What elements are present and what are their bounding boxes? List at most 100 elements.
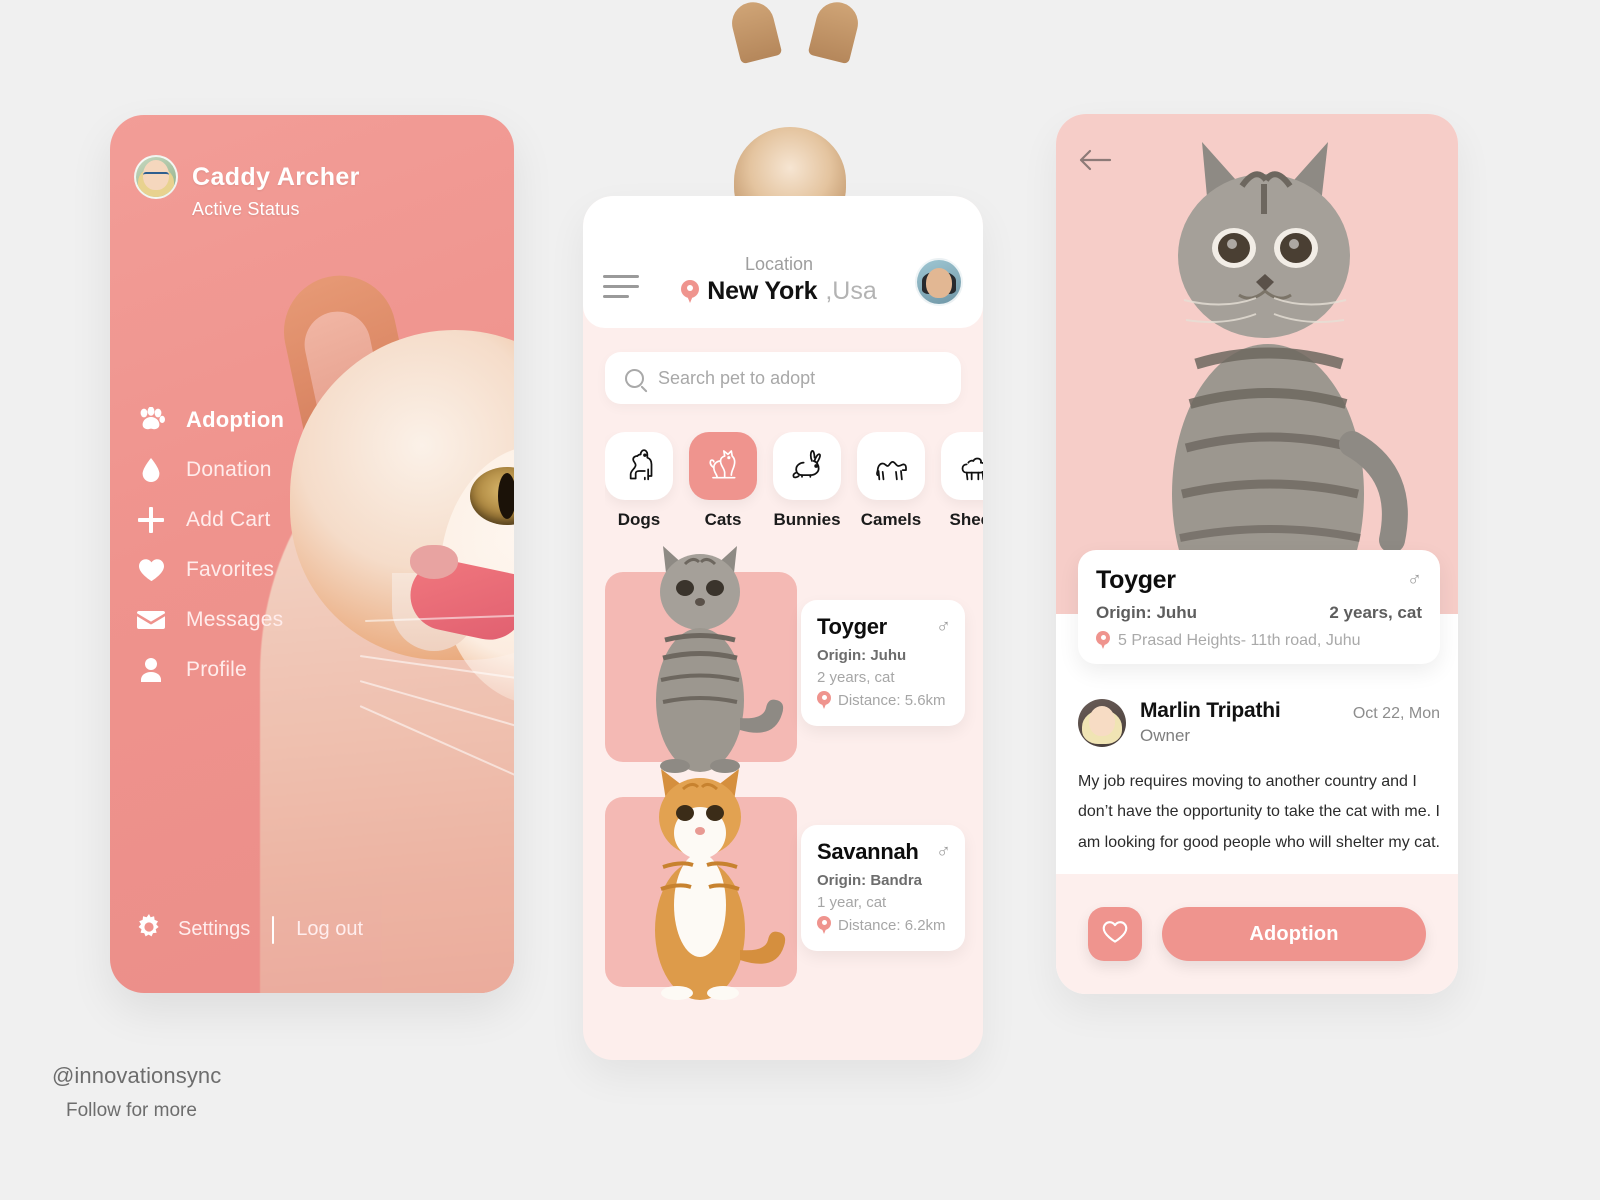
sheep-icon	[941, 432, 983, 500]
gender-icon: ♂	[1407, 569, 1422, 591]
sidebar-item-label: Donation	[186, 458, 272, 481]
category-label: Sheep	[949, 510, 983, 529]
gender-icon: ♂	[936, 840, 951, 863]
pet-address-text: 5 Prasad Heights- 11th road, Juhu	[1118, 631, 1361, 649]
drawer-profile[interactable]: Caddy Archer	[134, 155, 360, 199]
profile-name: Caddy Archer	[192, 162, 360, 191]
category-chip-bunnies[interactable]: Bunnies	[773, 432, 841, 530]
phone-screen-detail: Toyger ♂ Origin: Juhu 2 years, cat 5 Pra…	[1056, 114, 1458, 994]
hamburger-icon[interactable]	[603, 275, 643, 306]
map-pin-icon	[681, 279, 700, 304]
pet-origin: Origin: Juhu	[1096, 603, 1198, 622]
pet-name: Toyger	[817, 614, 887, 639]
footer-divider	[272, 915, 275, 944]
tabby-cat-hero-photo	[1172, 142, 1408, 614]
phone-screen-home: Location New York ,Usa Search pet to ado…	[583, 196, 983, 1060]
sidebar-item-profile[interactable]: Profile	[136, 645, 436, 695]
owner-role: Owner	[1140, 726, 1191, 745]
pet-distance-text: Distance: 6.2km	[838, 917, 946, 934]
owner-description: My job requires moving to another countr…	[1078, 773, 1440, 851]
owner-section: Marlin Tripathi Owner Oct 22, Mon My job…	[1078, 699, 1440, 858]
location-label: Location	[744, 254, 814, 274]
category-label: Dogs	[617, 510, 661, 529]
owner-name: Marlin Tripathi	[1140, 699, 1281, 722]
pet-address: 5 Prasad Heights- 11th road, Juhu	[1096, 631, 1422, 650]
category-chip-dogs[interactable]: Dogs	[605, 432, 673, 530]
detail-hero	[1056, 114, 1458, 614]
pet-distance-text: Distance: 5.6km	[838, 692, 946, 709]
profile-status: Active Status	[192, 199, 300, 219]
back-arrow-icon[interactable]	[1078, 148, 1112, 172]
category-label: Camels	[860, 510, 922, 529]
pet-list: Toyger ♂ Origin: Juhu 2 years, cat Dista…	[583, 546, 983, 1002]
phone-screen-drawer: Caddy Archer Active Status Adoption Dona…	[110, 115, 514, 993]
pet-name: Toyger	[1096, 566, 1176, 594]
category-chip-cats[interactable]: Cats	[689, 432, 757, 530]
gear-icon[interactable]	[136, 914, 162, 945]
watermark-tagline: Follow for more	[66, 1100, 197, 1121]
post-date: Oct 22, Mon	[1352, 705, 1440, 722]
pet-name: Savannah	[817, 839, 919, 864]
pet-card[interactable]: Savannah ♂ Origin: Bandra 1 year, cat Di…	[801, 825, 965, 951]
pet-detail-card: Toyger ♂ Origin: Juhu 2 years, cat 5 Pra…	[1078, 550, 1440, 664]
sidebar-item-donation[interactable]: Donation	[136, 445, 436, 495]
list-item[interactable]: Savannah ♂ Origin: Bandra 1 year, cat Di…	[583, 769, 983, 1002]
category-chip-sheep[interactable]: Sheep	[941, 432, 983, 530]
rabbit-icon	[773, 432, 841, 500]
envelope-icon	[136, 609, 166, 631]
search-icon	[625, 368, 644, 388]
avatar[interactable]	[1078, 699, 1126, 747]
detail-action-bar: Adoption	[1056, 874, 1458, 994]
heart-outline-icon	[1102, 920, 1128, 949]
sidebar-item-add-cart[interactable]: Add Cart	[136, 495, 436, 545]
map-pin-icon	[817, 691, 831, 710]
sidebar-item-label: Profile	[186, 658, 247, 681]
person-icon	[136, 657, 166, 683]
ginger-cat-photo	[605, 769, 797, 1000]
heart-icon	[136, 558, 166, 582]
tabby-cat-photo	[605, 546, 797, 773]
search-bar[interactable]	[605, 352, 961, 404]
location-country: ,Usa	[825, 277, 877, 305]
category-label: Bunnies	[773, 510, 841, 529]
list-item[interactable]: Toyger ♂ Origin: Juhu 2 years, cat Dista…	[583, 546, 983, 777]
sidebar-item-label: Adoption	[186, 407, 285, 432]
droplet-icon	[136, 457, 166, 483]
paw-icon	[136, 407, 166, 433]
map-pin-icon	[1096, 631, 1110, 650]
cat-icon	[689, 432, 757, 500]
pet-age: 2 years, cat	[1329, 603, 1422, 622]
home-header: Location New York ,Usa	[583, 196, 983, 328]
avatar[interactable]	[915, 258, 963, 306]
watermark-handle: @innovationsync	[52, 1063, 222, 1088]
pet-distance: Distance: 5.6km	[817, 691, 951, 710]
pet-age: 1 year, cat	[817, 894, 887, 911]
drawer-nav: Adoption Donation Add Cart Favorites Mes…	[136, 395, 436, 695]
sidebar-item-label: Favorites	[186, 558, 275, 581]
sidebar-item-favorites[interactable]: Favorites	[136, 545, 436, 595]
map-pin-icon	[817, 916, 831, 935]
favorite-button[interactable]	[1088, 907, 1142, 961]
search-input[interactable]	[658, 367, 941, 389]
sidebar-item-label: Add Cart	[186, 508, 271, 531]
plus-icon	[136, 506, 166, 534]
pet-age: 2 years, cat	[817, 669, 895, 686]
pet-origin: Origin: Juhu	[817, 647, 907, 664]
avatar	[134, 155, 178, 199]
logout-button[interactable]: Log out	[296, 918, 363, 941]
camel-icon	[857, 432, 925, 500]
sidebar-item-adoption[interactable]: Adoption	[136, 395, 436, 445]
pet-card[interactable]: Toyger ♂ Origin: Juhu 2 years, cat Dista…	[801, 600, 965, 726]
location-city: New York	[707, 277, 818, 305]
pet-origin: Origin: Bandra	[817, 872, 923, 889]
adoption-button[interactable]: Adoption	[1162, 907, 1426, 961]
location-block[interactable]: Location New York ,Usa	[643, 254, 915, 306]
sidebar-item-messages[interactable]: Messages	[136, 595, 436, 645]
category-chip-camels[interactable]: Camels	[857, 432, 925, 530]
watermark: @innovationsync Follow for more	[52, 1063, 221, 1122]
category-list: Dogs Cats Bunnies Camels She	[605, 432, 983, 530]
pet-distance: Distance: 6.2km	[817, 916, 951, 935]
drawer-footer: Settings Log out	[136, 914, 363, 945]
design-canvas: Caddy Archer Active Status Adoption Dona…	[0, 0, 1600, 1200]
settings-button[interactable]: Settings	[178, 918, 250, 941]
